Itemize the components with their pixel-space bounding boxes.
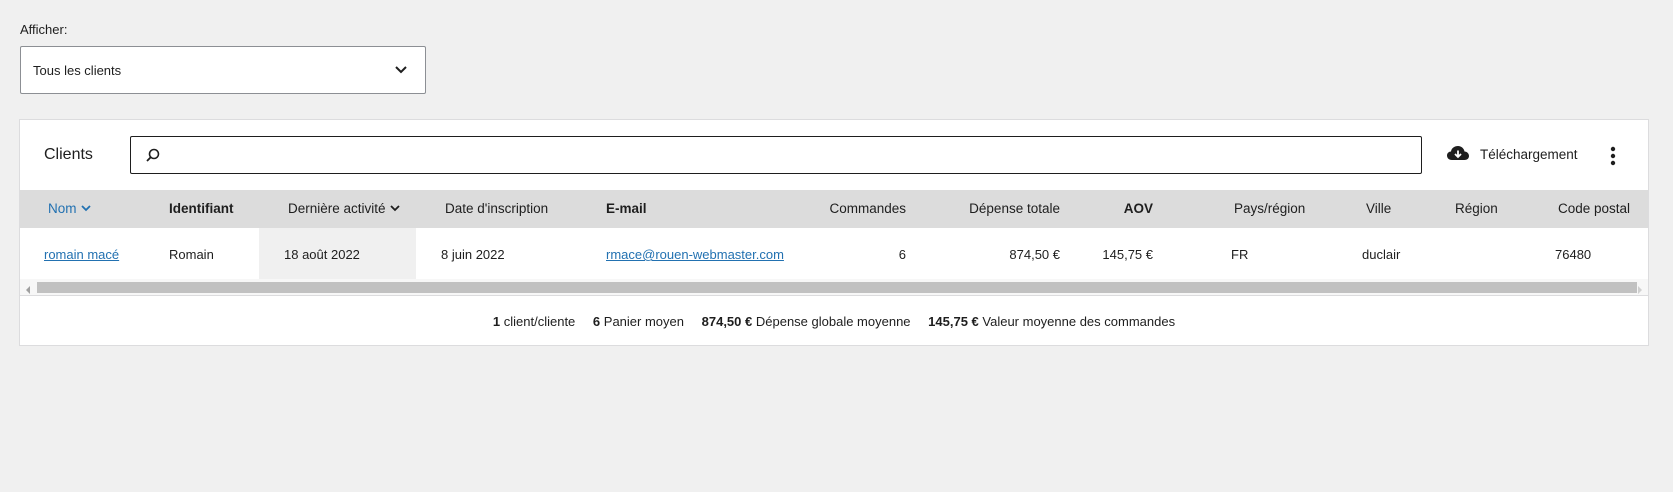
card-title: Clients	[44, 146, 93, 163]
column-header-name[interactable]: Nom	[48, 201, 92, 216]
summary-avg-spend: 874,50 € Dépense globale moyenne	[702, 314, 911, 329]
cell-city: duclair	[1362, 247, 1401, 262]
column-header-orders[interactable]: Commandes	[800, 201, 906, 216]
summary-customers: 1 client/cliente	[493, 314, 575, 329]
chevron-down-icon	[393, 61, 409, 80]
email-link[interactable]: rmace@rouen-webmaster.com	[606, 247, 784, 262]
column-header-region[interactable]: Région	[1455, 201, 1498, 216]
cell-last-active: 18 août 2022	[284, 247, 360, 262]
scroll-thumb[interactable]	[37, 282, 1637, 293]
column-header-country[interactable]: Pays/région	[1234, 201, 1305, 216]
cell-orders: 6	[898, 247, 906, 262]
customer-name-link[interactable]: romain macé	[44, 247, 119, 262]
scroll-left-icon[interactable]	[25, 282, 31, 300]
column-header-email[interactable]: E-mail	[606, 201, 647, 216]
scroll-right-icon[interactable]	[1637, 282, 1643, 300]
summary-label: Valeur moyenne des commandes	[982, 314, 1176, 329]
cell-aov: 145,75 €	[1102, 247, 1153, 262]
more-vertical-icon[interactable]	[1610, 146, 1616, 171]
column-header-label: Nom	[48, 201, 77, 216]
table-row: romain macé Romain 18 août 2022 8 juin 2…	[20, 228, 1648, 279]
cell-postcode: 76480	[1555, 247, 1592, 262]
cell-username: Romain	[169, 247, 214, 262]
column-header-label: Dernière activité	[288, 201, 386, 216]
column-header-postcode[interactable]: Code postal	[1558, 201, 1630, 216]
cell-email[interactable]: rmace@rouen-webmaster.com	[606, 247, 784, 262]
search-icon	[145, 147, 161, 168]
cell-country: FR	[1231, 247, 1249, 262]
summary-value: 874,50 €	[701, 314, 753, 329]
summary-aov: 145,75 € Valeur moyenne des commandes	[928, 314, 1175, 329]
filter-label: Afficher:	[20, 22, 68, 37]
customer-name[interactable]: romain macé	[44, 247, 119, 262]
chevron-down-icon	[389, 201, 401, 216]
column-header-last-active[interactable]: Dernière activité	[288, 201, 401, 216]
horizontal-scrollbar[interactable]	[20, 279, 1648, 295]
customers-card: Clients Téléchargement Nom Identifiant D…	[19, 119, 1649, 346]
cell-date-registered: 8 juin 2022	[441, 247, 505, 262]
column-header-city[interactable]: Ville	[1366, 201, 1391, 216]
select-value: Tous les clients	[33, 62, 122, 78]
summary-value: 6	[592, 314, 601, 329]
cloud-download-icon	[1446, 144, 1470, 165]
summary-avg-orders: 6 Panier moyen	[593, 314, 684, 329]
summary-value: 145,75 €	[928, 314, 979, 329]
summary-bar: 1 client/cliente 6 Panier moyen 874,50 €…	[20, 314, 1648, 329]
table-header: Nom Identifiant Dernière activité Date d…	[20, 190, 1648, 228]
cell-total-spend: 874,50 €	[1009, 247, 1060, 262]
column-header-aov[interactable]: AOV	[1090, 201, 1153, 216]
search-input[interactable]	[130, 136, 1422, 174]
download-label: Téléchargement	[1480, 147, 1578, 162]
summary-label: client/cliente	[503, 314, 576, 329]
download-button[interactable]: Téléchargement	[1446, 144, 1578, 165]
column-header-total-spend[interactable]: Dépense totale	[950, 201, 1060, 216]
column-header-date-registered[interactable]: Date d'inscription	[445, 201, 548, 216]
divider	[20, 295, 1648, 296]
summary-value: 1	[492, 314, 501, 329]
chevron-down-icon	[80, 201, 92, 216]
column-header-username[interactable]: Identifiant	[169, 201, 234, 216]
summary-label: Dépense globale moyenne	[755, 314, 911, 329]
summary-label: Panier moyen	[603, 314, 684, 329]
customer-filter-select[interactable]: Tous les clients	[20, 46, 426, 94]
